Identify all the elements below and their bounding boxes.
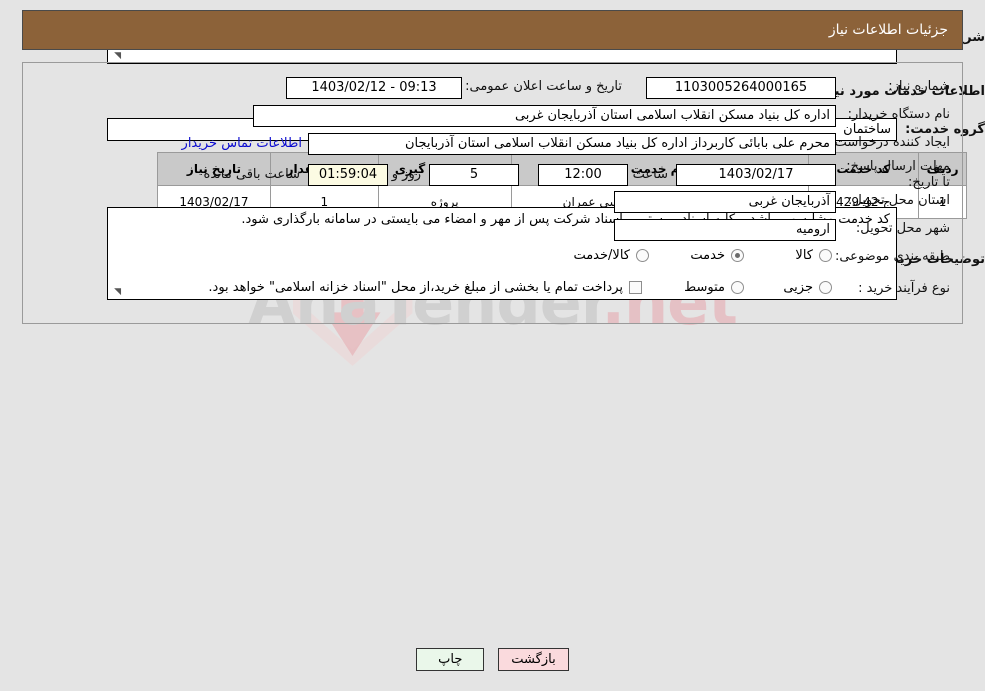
radio-kala-icon[interactable]: [819, 249, 832, 262]
category-option-kala-label: کالا: [795, 248, 813, 263]
purchase-option-motevaset-label: متوسط: [684, 280, 725, 295]
category-option-khedmat[interactable]: خدمت: [690, 248, 744, 263]
category-label: طبقه بندی موضوعی:: [834, 249, 950, 264]
radio-motevaset-icon[interactable]: [731, 281, 744, 294]
purchase-type-label: نوع فرآیند خرید :: [858, 281, 950, 296]
deadline-hour-label: ساعت: [632, 167, 668, 182]
need-info-panel: شماره نیاز: 1103005264000165 تاریخ و ساع…: [22, 62, 963, 324]
buyer-org-label: نام دستگاه خریدار:: [847, 107, 950, 122]
treasury-docs-option[interactable]: پرداخت تمام یا بخشی از مبلغ خرید،از محل …: [208, 280, 642, 295]
remaining-time-label: ساعت باقی مانده: [203, 167, 300, 182]
delivery-province-field[interactable]: آذربایجان غربی: [614, 191, 836, 213]
need-number-label: شماره نیاز:: [888, 79, 950, 94]
category-option-kala-khedmat[interactable]: کالا/خدمت: [573, 248, 649, 263]
creator-label: ایجاد کننده درخواست:: [830, 135, 950, 150]
purchase-option-motevaset[interactable]: متوسط: [684, 280, 744, 295]
purchase-option-jozi[interactable]: جزیی: [783, 280, 832, 295]
remaining-time-value: 01:59:04: [318, 167, 378, 182]
announce-datetime-field[interactable]: 09:13 - 1403/02/12: [286, 77, 462, 99]
delivery-city-value: ارومیه: [795, 222, 830, 237]
delivery-province-label: استان محل تحویل:: [848, 193, 950, 208]
category-option-khedmat-label: خدمت: [690, 248, 725, 263]
delivery-city-field[interactable]: ارومیه: [614, 219, 836, 241]
delivery-province-value: آذربایجان غربی: [748, 194, 830, 209]
action-buttons: بازگشت چاپ: [0, 648, 985, 671]
page-title-bar: جزئیات اطلاعات نیاز: [22, 10, 963, 50]
buyer-org-value: اداره کل بنیاد مسکن انقلاب اسلامی استان …: [514, 108, 830, 123]
announce-datetime-value: 09:13 - 1403/02/12: [311, 80, 437, 95]
print-button[interactable]: چاپ: [416, 648, 485, 671]
page-title: جزئیات اطلاعات نیاز: [828, 22, 948, 38]
remaining-days-label: روز و: [391, 167, 421, 182]
resize-grip-icon[interactable]: ◥: [111, 52, 121, 62]
category-option-kala-khedmat-label: کالا/خدمت: [573, 248, 630, 263]
remaining-days-value: 5: [469, 167, 479, 182]
delivery-city-label: شهر محل تحویل:: [855, 221, 950, 236]
announce-datetime-label: تاریخ و ساعت اعلان عمومی:: [465, 79, 622, 94]
checkbox-treasury-icon[interactable]: [629, 281, 642, 294]
remaining-time-field[interactable]: 01:59:04: [308, 164, 388, 186]
purchase-option-jozi-label: جزیی: [783, 280, 813, 295]
remaining-days-field[interactable]: 5: [429, 164, 519, 186]
deadline-date-field[interactable]: 1403/02/17: [676, 164, 836, 186]
buyer-contact-link[interactable]: اطلاعات تماس خریدار: [182, 136, 302, 151]
deadline-hour-field[interactable]: 12:00: [538, 164, 628, 186]
deadline-hour-value: 12:00: [564, 167, 602, 182]
treasury-docs-text: پرداخت تمام یا بخشی از مبلغ خرید،از محل …: [208, 280, 623, 295]
creator-field[interactable]: محرم علی بابائی کاربرداز اداره کل بنیاد …: [308, 133, 836, 155]
creator-value: محرم علی بابائی کاربرداز اداره کل بنیاد …: [405, 136, 830, 151]
radio-kala-khedmat-icon[interactable]: [636, 249, 649, 262]
need-number-value: 1103005264000165: [674, 80, 808, 95]
deadline-label: مهلت ارسال پاسخ: تا تاریخ:: [846, 159, 950, 190]
radio-jozi-icon[interactable]: [819, 281, 832, 294]
back-button[interactable]: بازگشت: [498, 648, 569, 671]
radio-khedmat-icon[interactable]: [731, 249, 744, 262]
need-number-field[interactable]: 1103005264000165: [646, 77, 836, 99]
category-option-kala[interactable]: کالا: [795, 248, 832, 263]
buyer-org-field[interactable]: اداره کل بنیاد مسکن انقلاب اسلامی استان …: [253, 105, 836, 127]
deadline-date-value: 1403/02/17: [718, 167, 794, 182]
